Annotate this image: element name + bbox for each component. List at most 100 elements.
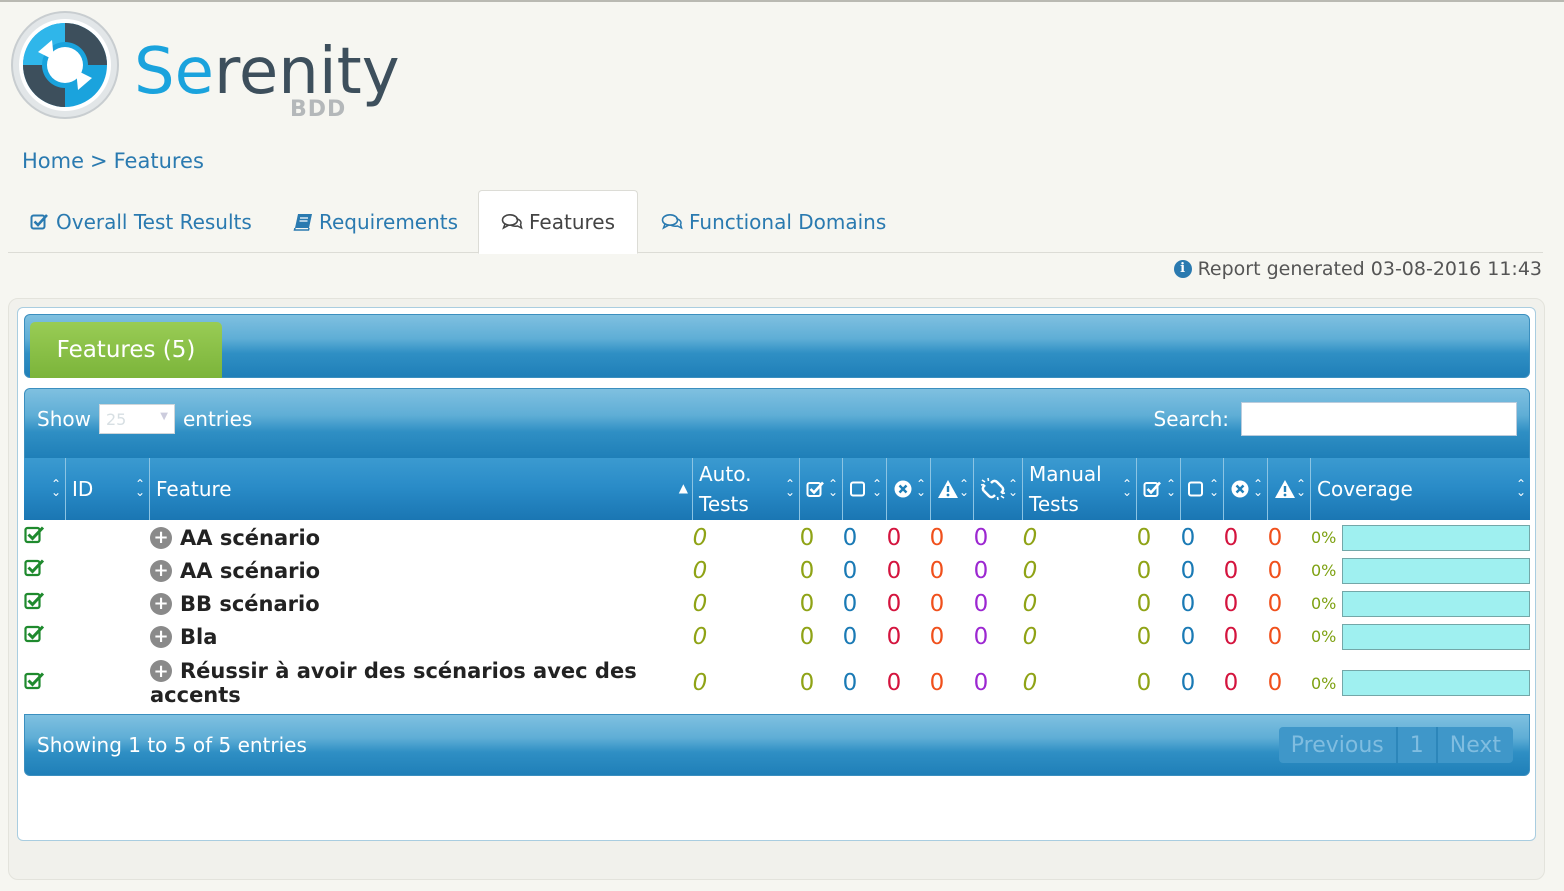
search-label: Search:	[1153, 407, 1229, 431]
sort-icon: ⌃ ⌄	[1208, 477, 1219, 499]
breadcrumb-home-link[interactable]: Home	[22, 149, 84, 173]
count-m-pass: 0	[1136, 557, 1152, 584]
count-m-error: 0	[1267, 557, 1283, 584]
comments-icon	[501, 213, 523, 231]
column-header-manual-passing[interactable]: ⌃ ⌄	[1137, 458, 1181, 520]
count-a-pass: 0	[799, 670, 815, 696]
sort-icon: ⌃ ⌄	[50, 477, 61, 499]
features-count-tab[interactable]: Features (5)	[30, 322, 222, 378]
count-m-pass: 0	[1136, 670, 1152, 696]
count-a-compromised: 0	[973, 623, 989, 650]
passed-checkbox-icon	[24, 525, 46, 550]
sort-icon: ⌃ ⌄	[134, 477, 145, 499]
column-header-auto-compromised[interactable]: ⌃ ⌄	[974, 458, 1023, 520]
table-row[interactable]: + AA scénario 0 0 0 0 0 0 0 0 0 0 0 0%	[24, 554, 1530, 587]
feature-name-link[interactable]: AA scénario	[180, 559, 320, 583]
table-header: ⌃⌄ ID ⌃⌄ Feature ▲ Auto. Tests ⌃⌄ ⌃⌄	[24, 458, 1530, 520]
column-header-auto-pending[interactable]: ⌃ ⌄	[843, 458, 887, 520]
table-row[interactable]: + Bla 0 0 0 0 0 0 0 0 0 0 0 0%	[24, 620, 1530, 653]
search-input[interactable]	[1241, 402, 1517, 436]
column-header-label: Auto.	[699, 462, 752, 486]
column-header-manual-failing[interactable]: ⌃ ⌄	[1224, 458, 1268, 520]
top-border	[0, 0, 1564, 2]
table-row[interactable]: + Réussir à avoir des scénarios avec des a…	[24, 653, 1530, 713]
table-row[interactable]: + BB scénario 0 0 0 0 0 0 0 0 0 0 0 0%	[24, 587, 1530, 620]
column-header-label: ID	[72, 477, 94, 501]
serenity-logo[interactable]: Serenity BDD	[10, 10, 400, 122]
count-a-pending: 0	[842, 524, 858, 551]
status-cell	[24, 653, 46, 713]
sort-icon: ⌃ ⌄	[871, 477, 882, 499]
expand-plus-icon[interactable]: +	[150, 625, 172, 648]
tab-overall-test-results[interactable]: Overall Test Results	[8, 190, 274, 253]
count-m-fail: 0	[1223, 524, 1239, 551]
passed-checkbox-icon	[24, 558, 46, 583]
expand-plus-icon[interactable]: +	[150, 660, 172, 682]
features-panel: Features (5) Show 25 ▼ entries Search: ⌃…	[17, 307, 1536, 841]
expand-plus-icon[interactable]: +	[150, 526, 172, 549]
tab-requirements[interactable]: Requirements	[271, 190, 480, 253]
count-m-pass: 0	[1136, 590, 1152, 617]
column-header-manual-pending[interactable]: ⌃ ⌄	[1181, 458, 1224, 520]
column-header-auto-tests[interactable]: Auto. Tests ⌃ ⌄	[693, 458, 800, 520]
sort-icon: ⌃ ⌄	[1165, 477, 1176, 499]
count-a-pending: 0	[842, 557, 858, 584]
column-header-coverage[interactable]: Coverage ⌃ ⌄	[1311, 458, 1530, 520]
column-header-auto-passing[interactable]: ⌃ ⌄	[800, 458, 843, 520]
tab-label: Overall Test Results	[56, 209, 252, 234]
coverage-percent: 0%	[1311, 673, 1337, 693]
checkbox-icon	[1143, 480, 1163, 498]
column-header-label: Tests	[699, 492, 749, 516]
checkbox-icon	[30, 213, 50, 231]
column-header-label: Coverage	[1317, 477, 1413, 501]
breadcrumb-current[interactable]: Features	[114, 149, 204, 173]
column-header-auto-failing[interactable]: ⌃ ⌄	[887, 458, 931, 520]
column-header-feature[interactable]: Feature ▲	[150, 458, 693, 520]
count-a-pass: 0	[799, 623, 815, 650]
page-length-select[interactable]: 25 ▼	[98, 404, 175, 434]
count-m-pending: 0	[1180, 670, 1196, 696]
column-header-auto-errors[interactable]: ⌃ ⌄	[931, 458, 974, 520]
count-m-fail: 0	[1223, 670, 1239, 696]
comments-icon	[661, 213, 683, 231]
features-panel-outer: Features (5) Show 25 ▼ entries Search: ⌃…	[8, 298, 1545, 880]
feature-name-link[interactable]: Réussir à avoir des scénarios avec des	[180, 659, 637, 683]
coverage-bar-track	[1342, 623, 1530, 650]
count-m-pending: 0	[1180, 623, 1196, 650]
count-a-pass: 0	[799, 524, 815, 551]
count-manual: 0	[1022, 670, 1038, 696]
coverage-bar	[1342, 620, 1530, 653]
feature-cell: + BB scénario	[150, 587, 690, 620]
coverage-bar	[1342, 653, 1530, 713]
count-a-compromised: 0	[973, 557, 989, 584]
column-header-id[interactable]: ID ⌃ ⌄	[66, 458, 150, 520]
coverage-bar	[1342, 521, 1530, 554]
feature-name-continuation[interactable]: accents	[150, 683, 241, 707]
column-header-status[interactable]: ⌃ ⌄	[24, 458, 66, 520]
feature-name-link[interactable]: Bla	[180, 625, 217, 649]
main-tabs: Overall Test Results Requirements Featur…	[8, 190, 1543, 254]
coverage-percent: 0%	[1311, 627, 1337, 646]
next-button[interactable]: Next	[1437, 727, 1513, 763]
feature-cell: + AA scénario	[150, 554, 690, 587]
logo-wordmark: Serenity	[134, 35, 400, 109]
count-a-fail: 0	[886, 670, 902, 696]
status-cell	[24, 554, 46, 587]
times-circle-icon	[893, 479, 913, 499]
column-header-manual-tests[interactable]: Manual Tests ⌃ ⌄	[1023, 458, 1137, 520]
previous-button[interactable]: Previous	[1278, 727, 1398, 763]
expand-plus-icon[interactable]: +	[150, 559, 172, 582]
warning-icon	[1274, 479, 1296, 499]
column-header-manual-errors[interactable]: ⌃ ⌄	[1268, 458, 1311, 520]
feature-name-link[interactable]: AA scénario	[180, 526, 320, 550]
page-1-button[interactable]: 1	[1397, 727, 1438, 763]
tab-features[interactable]: Features	[478, 190, 638, 254]
feature-cell: + AA scénario	[150, 521, 690, 554]
chevron-down-icon: ▼	[160, 411, 168, 422]
expand-plus-icon[interactable]: +	[150, 592, 172, 615]
feature-name-link[interactable]: BB scénario	[180, 592, 320, 616]
square-icon	[1187, 480, 1205, 498]
tab-functional-domains[interactable]: Functional Domains	[639, 190, 908, 253]
table-row[interactable]: + AA scénario 0 0 0 0 0 0 0 0 0 0 0 0%	[24, 521, 1530, 554]
passed-checkbox-icon	[24, 624, 46, 649]
